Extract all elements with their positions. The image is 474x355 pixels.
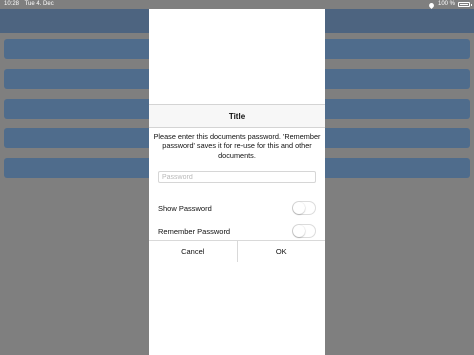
show-password-label: Show Password bbox=[158, 203, 212, 213]
dialog-message: Please enter this documents password. 'R… bbox=[153, 132, 321, 160]
status-date: Tue 4. Dec bbox=[24, 1, 54, 7]
toggle-knob bbox=[293, 202, 305, 214]
status-time: 10:28 bbox=[4, 1, 20, 7]
dialog-title-bar: Title bbox=[149, 104, 325, 128]
password-input[interactable] bbox=[158, 171, 316, 183]
dialog-title: Title bbox=[228, 111, 246, 121]
show-password-toggle[interactable] bbox=[292, 201, 316, 215]
remember-password-label: Remember Password bbox=[158, 226, 231, 236]
battery-icon bbox=[458, 2, 472, 7]
toggle-knob bbox=[293, 225, 305, 237]
status-bar: 10:28 Tue 4. Dec 100 % bbox=[0, 0, 474, 9]
show-password-row: Show Password bbox=[158, 200, 316, 216]
status-right: 100 % bbox=[428, 0, 472, 9]
status-left: 10:28 Tue 4. Dec bbox=[4, 0, 58, 9]
battery-percent: 100 % bbox=[437, 1, 455, 7]
wifi-icon bbox=[428, 2, 435, 8]
dialog-actions: Cancel OK bbox=[149, 240, 325, 262]
remember-password-row: Remember Password bbox=[158, 223, 316, 239]
ok-button[interactable]: OK bbox=[236, 241, 326, 262]
cancel-button[interactable]: Cancel bbox=[149, 241, 237, 262]
password-dialog: Title Please enter this documents passwo… bbox=[149, 9, 325, 355]
remember-password-toggle[interactable] bbox=[292, 224, 316, 238]
